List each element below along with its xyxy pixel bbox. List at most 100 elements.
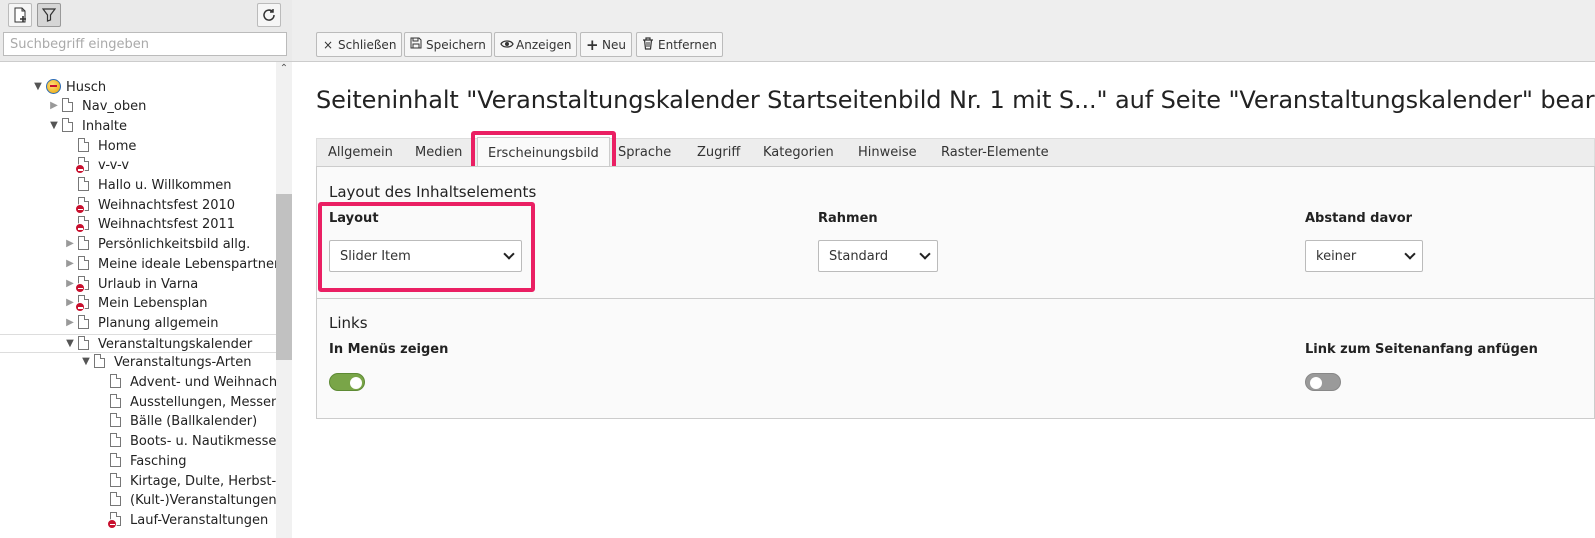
in-menus-toggle[interactable] bbox=[329, 373, 365, 391]
caret-down-icon[interactable]: ▼ bbox=[80, 356, 92, 368]
tab-raster-elemente[interactable]: Raster-Elemente bbox=[941, 145, 1049, 160]
space-before-select[interactable]: keiner bbox=[1305, 240, 1423, 272]
page-icon[interactable] bbox=[110, 374, 123, 390]
page-icon[interactable] bbox=[110, 452, 123, 469]
close-icon: × bbox=[322, 37, 334, 52]
page-hidden-icon[interactable] bbox=[75, 157, 91, 175]
tree-scrollbar[interactable]: ⌃ bbox=[276, 62, 292, 538]
caret-down-icon[interactable]: ▼ bbox=[32, 81, 44, 93]
link-to-top-toggle[interactable] bbox=[1305, 373, 1341, 391]
tree-node[interactable]: ▼ Husch bbox=[0, 78, 276, 98]
scroll-up-arrow-icon[interactable]: ⌃ bbox=[278, 64, 290, 74]
scrollbar-thumb[interactable] bbox=[276, 194, 292, 360]
tree-node-label: Husch bbox=[66, 79, 107, 95]
tree-node[interactable]: ▼ Veranstaltungskalender bbox=[0, 333, 276, 354]
tab-sprache[interactable]: Sprache bbox=[618, 145, 671, 160]
tab-kategorien[interactable]: Kategorien bbox=[763, 145, 834, 160]
page-icon[interactable] bbox=[78, 335, 91, 352]
layout-section-title: Layout des Inhaltselements bbox=[329, 183, 537, 201]
tree-node[interactable]: Weihnachtsfest 2011 bbox=[0, 215, 276, 235]
page-title: Seiteninhalt "Veranstaltungskalender Sta… bbox=[316, 86, 1595, 114]
in-menus-label: In Menüs zeigen bbox=[329, 342, 449, 357]
page-tree: ▼ Husch ▶ Nav_oben ▼ Inhalte Home v-v-v Hallo u.… bbox=[0, 62, 276, 538]
new-page-button[interactable] bbox=[8, 3, 32, 27]
page-icon[interactable] bbox=[78, 314, 91, 331]
caret-down-icon[interactable]: ▼ bbox=[64, 338, 76, 350]
tree-node[interactable]: ▶ Planung allgemein bbox=[0, 314, 276, 334]
tree-node[interactable]: Kirtage, Dulte, Herbst- u. bbox=[0, 472, 276, 492]
tree-node[interactable]: ▼ Veranstaltungs-Arten bbox=[0, 353, 276, 373]
page-icon[interactable] bbox=[78, 177, 91, 193]
tree-node[interactable]: Advent- und Weihnachtsmärkte bbox=[0, 373, 276, 393]
tab-hinweise[interactable]: Hinweise bbox=[858, 145, 917, 160]
tab-medien[interactable]: Medien bbox=[415, 145, 462, 160]
doc-header: × Schließen Speichern Anzeigen + Neu Entfe… bbox=[292, 0, 1595, 62]
tree-node-label: Mein Lebensplan bbox=[98, 296, 208, 312]
caret-right-icon[interactable]: ▶ bbox=[64, 317, 76, 329]
tree-node[interactable]: v-v-v bbox=[0, 156, 276, 176]
tree-node[interactable]: Home bbox=[0, 137, 276, 157]
tree-node[interactable]: ▼ Inhalte bbox=[0, 117, 276, 137]
delete-button[interactable]: Entfernen bbox=[636, 32, 723, 57]
page-icon[interactable] bbox=[110, 492, 123, 508]
space-before-label: Abstand davor bbox=[1305, 211, 1413, 226]
page-icon[interactable] bbox=[94, 354, 107, 370]
tree-node[interactable]: Boots- u. Nautikmessen bbox=[0, 432, 276, 452]
tree-node-label: Weihnachtsfest 2011 bbox=[98, 217, 236, 233]
tree-node-label: Bälle (Ballkalender) bbox=[130, 414, 258, 430]
refresh-button[interactable] bbox=[257, 3, 281, 27]
page-hidden-icon[interactable] bbox=[107, 511, 123, 529]
close-button[interactable]: × Schließen bbox=[316, 32, 403, 57]
tree-node-label: Urlaub in Varna bbox=[98, 276, 199, 292]
tab-zugriff[interactable]: Zugriff bbox=[697, 145, 740, 160]
new-button[interactable]: + Neu bbox=[580, 32, 632, 57]
tree-node[interactable]: ▶ Mein Lebensplan bbox=[0, 294, 276, 314]
tab-allgemein[interactable]: Allgemein bbox=[328, 145, 393, 160]
tree-node[interactable]: Fasching bbox=[0, 452, 276, 472]
tree-node[interactable]: ▶ Nav_oben bbox=[0, 97, 276, 117]
page-icon[interactable] bbox=[110, 393, 123, 410]
tree-node[interactable]: ▶ Meine ideale Lebenspartnerin bbox=[0, 255, 276, 275]
tree-node-label: Hallo u. Willkommen bbox=[98, 178, 232, 193]
tab-erscheinungsbild[interactable]: Erscheinungsbild bbox=[477, 137, 610, 168]
tree-node[interactable]: ▶ Urlaub in Varna bbox=[0, 275, 276, 295]
chevron-down-icon bbox=[1404, 248, 1416, 260]
page-icon[interactable] bbox=[78, 137, 91, 154]
page-icon[interactable] bbox=[78, 236, 91, 252]
page-hidden-icon[interactable] bbox=[75, 295, 91, 313]
save-button[interactable]: Speichern bbox=[404, 32, 492, 57]
page-hidden-icon[interactable] bbox=[75, 216, 91, 234]
tree-node-label: Boots- u. Nautikmessen bbox=[130, 434, 276, 450]
page-icon[interactable] bbox=[78, 255, 91, 272]
caret-right-icon[interactable]: ▶ bbox=[48, 100, 60, 112]
tree-node[interactable]: Hallo u. Willkommen bbox=[0, 176, 276, 196]
site-root-globe-icon[interactable] bbox=[46, 78, 61, 95]
page-icon[interactable] bbox=[110, 472, 123, 489]
page-icon[interactable] bbox=[62, 98, 75, 114]
tree-node[interactable]: ▶ Persönlichkeitsbild allg. bbox=[0, 235, 276, 255]
tree-node[interactable]: Lauf-Veranstaltungen bbox=[0, 511, 276, 531]
page-icon[interactable] bbox=[62, 117, 75, 134]
frame-select[interactable]: Standard bbox=[818, 240, 938, 272]
page-icon[interactable] bbox=[110, 413, 123, 429]
tree-node[interactable]: Ausstellungen, Messen bbox=[0, 393, 276, 413]
tab-bar: Allgemein Medien Erscheinungsbild Sprach… bbox=[316, 137, 1595, 168]
page-icon[interactable] bbox=[110, 433, 123, 449]
tree-node-label: Persönlichkeitsbild allg. bbox=[98, 237, 251, 253]
tree-node[interactable]: Bälle (Ballkalender) bbox=[0, 412, 276, 432]
tree-search-input[interactable] bbox=[3, 32, 287, 56]
filter-button[interactable] bbox=[37, 3, 61, 27]
tree-node[interactable]: (Kult-)Veranstaltungen bbox=[0, 491, 276, 511]
caret-down-icon[interactable]: ▼ bbox=[48, 120, 60, 132]
caret-right-icon[interactable]: ▶ bbox=[64, 258, 76, 270]
layout-select[interactable]: Slider Item bbox=[329, 240, 522, 272]
view-button[interactable]: Anzeigen bbox=[494, 32, 578, 57]
tree-node-label: Lauf-Veranstaltungen bbox=[130, 512, 269, 528]
section-divider bbox=[317, 298, 1595, 299]
trash-icon bbox=[642, 36, 654, 53]
page-hidden-icon[interactable] bbox=[75, 196, 91, 214]
page-hidden-icon[interactable] bbox=[75, 275, 91, 293]
tree-node[interactable]: Weihnachtsfest 2010 bbox=[0, 196, 276, 216]
tab-panel-erscheinungsbild: Layout des Inhaltselements Layout Slider… bbox=[316, 166, 1595, 419]
caret-right-icon[interactable]: ▶ bbox=[64, 238, 76, 250]
